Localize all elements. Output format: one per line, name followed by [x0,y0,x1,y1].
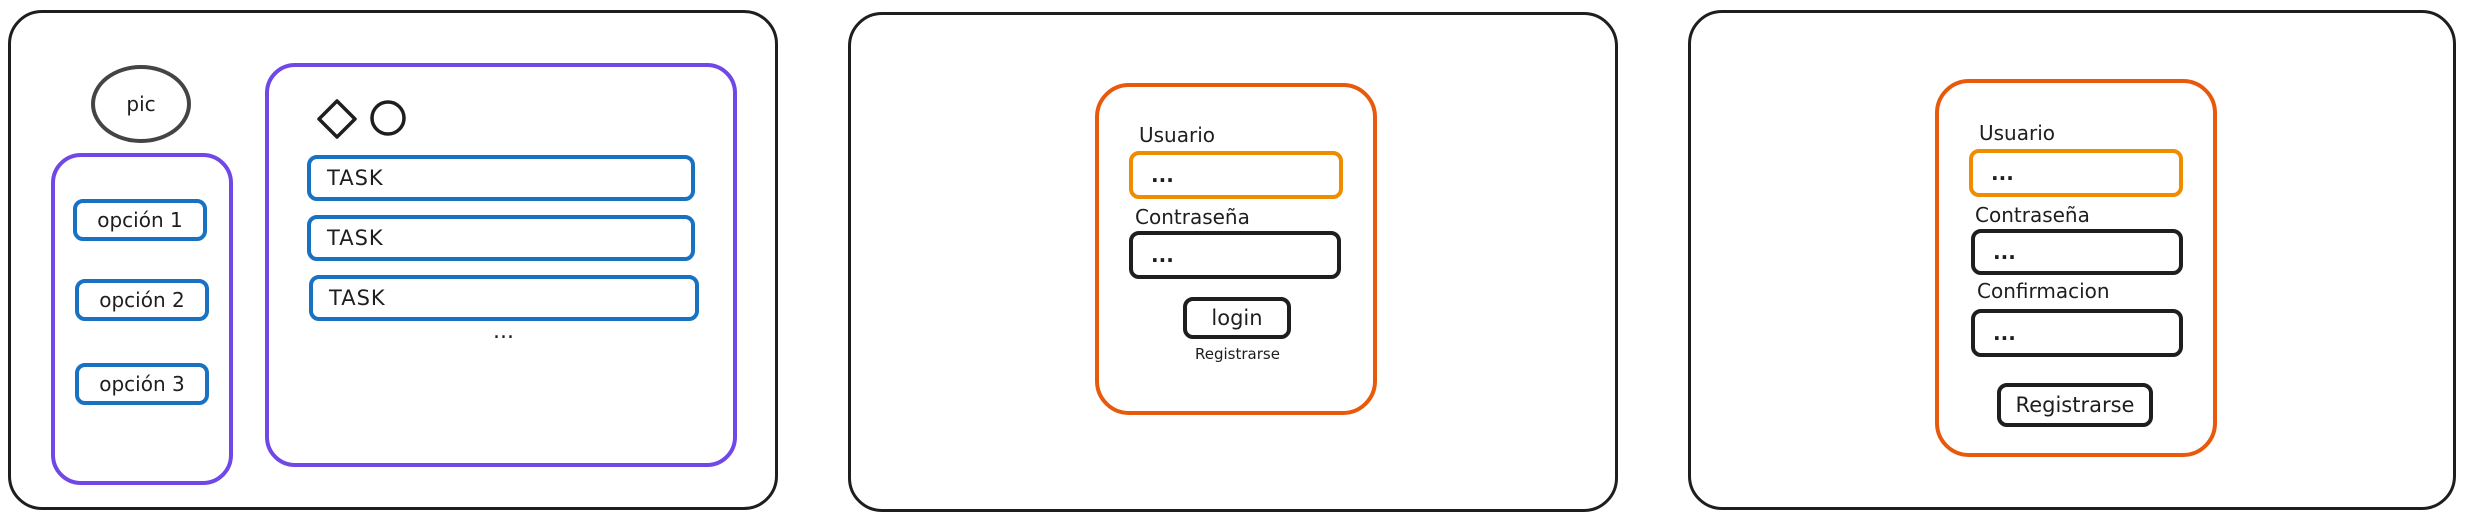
register-password-input-value: ... [1993,240,2016,264]
menu-option-1-label: opción 1 [97,208,183,232]
confirm-label: Confirmacion [1977,279,2110,303]
menu-option-3-label: opción 3 [99,372,185,396]
sidebar-menu: opción 1 opción 2 opción 3 [51,153,233,485]
diamond-icon[interactable] [315,97,359,141]
menu-option-2[interactable]: opción 2 [75,279,209,321]
menu-option-3[interactable]: opción 3 [75,363,209,405]
register-button-label: Registrarse [2015,393,2135,417]
register-link[interactable]: Registrarse [1195,345,1280,363]
task-item-3[interactable]: TASK [309,275,699,321]
register-frame: Usuario ... Contraseña ... Confirmacion … [1688,10,2456,510]
task-panel: TASK TASK TASK ... [265,63,737,467]
dashboard-frame: pic opción 1 opción 2 opción 3 TASK TASK… [8,10,778,510]
task-item-2[interactable]: TASK [307,215,695,261]
login-frame: Usuario ... Contraseña ... login Registr… [848,12,1618,512]
register-button[interactable]: Registrarse [1997,383,2153,427]
register-password-input[interactable]: ... [1971,229,2183,275]
menu-option-1[interactable]: opción 1 [73,199,207,241]
task-item-1[interactable]: TASK [307,155,695,201]
user-input-value: ... [1151,163,1174,187]
avatar-label: pic [126,92,156,116]
more-tasks-ellipsis: ... [493,319,514,344]
register-user-label: Usuario [1979,121,2056,145]
menu-option-2-label: opción 2 [99,288,185,312]
register-password-label: Contraseña [1975,203,2090,227]
login-button-label: login [1211,306,1263,330]
login-button[interactable]: login [1183,297,1291,339]
circle-icon[interactable] [367,97,409,139]
task-item-1-label: TASK [327,166,384,190]
avatar-placeholder[interactable]: pic [91,65,191,143]
password-input-value: ... [1151,243,1174,267]
register-user-input-value: ... [1991,161,2014,185]
user-input[interactable]: ... [1129,151,1343,199]
register-card: Usuario ... Contraseña ... Confirmacion … [1935,79,2217,457]
login-card: Usuario ... Contraseña ... login Registr… [1095,83,1377,415]
register-user-input[interactable]: ... [1969,149,2183,197]
password-input[interactable]: ... [1129,231,1341,279]
confirm-input[interactable]: ... [1971,309,2183,357]
confirm-input-value: ... [1993,321,2016,345]
user-label: Usuario [1139,123,1216,147]
password-label: Contraseña [1135,205,1250,229]
task-item-2-label: TASK [327,226,384,250]
task-item-3-label: TASK [329,286,386,310]
